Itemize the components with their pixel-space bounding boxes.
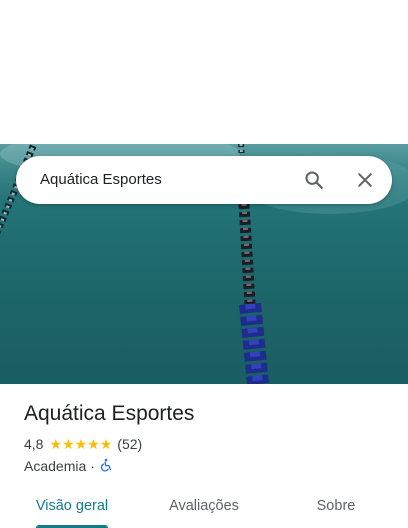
tab-reviews[interactable]: Avaliações <box>156 484 252 528</box>
star-icon: ★ <box>87 436 100 452</box>
search-bar[interactable]: Aquática Esportes <box>16 156 392 204</box>
search-input[interactable]: Aquática Esportes <box>40 156 162 204</box>
tab-bar: Visão geral Avaliações Sobre <box>0 484 408 528</box>
tab-about[interactable]: Sobre <box>288 484 384 528</box>
star-icon: ★ <box>99 436 113 452</box>
star-icon: ★ <box>62 436 75 452</box>
separator-dot: · <box>90 458 95 474</box>
category-label: Academia <box>24 458 87 474</box>
search-icon[interactable] <box>298 164 330 196</box>
star-rating: ★ ★ ★ ★ ★ <box>49 437 112 451</box>
tab-overview[interactable]: Visão geral <box>24 484 120 528</box>
wheelchair-icon <box>99 458 113 475</box>
place-title: Aquática Esportes <box>24 402 195 425</box>
category-row: Academia · <box>24 456 113 476</box>
blank-area <box>0 0 408 144</box>
star-icon: ★ <box>49 436 63 452</box>
rating-row[interactable]: 4,8 ★ ★ ★ ★ ★ (52) <box>24 434 142 454</box>
review-count[interactable]: (52) <box>117 436 142 452</box>
star-icon: ★ <box>74 436 88 452</box>
close-icon[interactable] <box>349 164 381 196</box>
rating-value: 4,8 <box>24 436 44 452</box>
